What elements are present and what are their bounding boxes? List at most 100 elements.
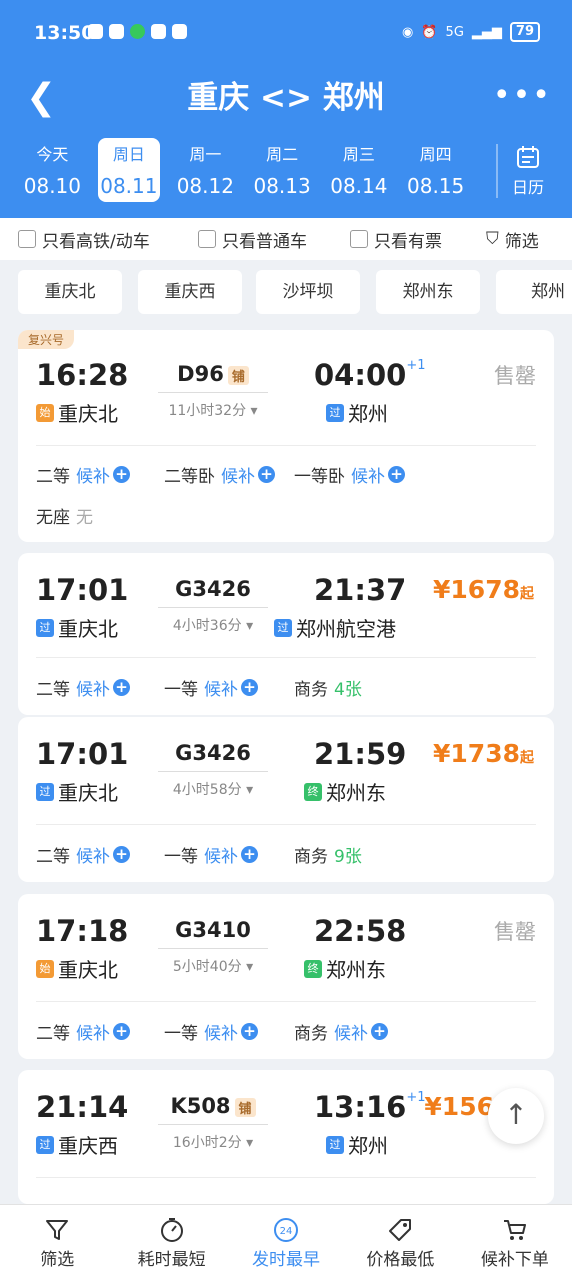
normal-train-checkbox[interactable]: 只看普通车: [198, 227, 307, 252]
date-value: 08.15: [407, 174, 465, 198]
waitlist[interactable]: 候补 +: [221, 462, 275, 487]
separator: [36, 445, 536, 446]
date-weekday: 今天: [36, 145, 69, 164]
message-icon: [88, 24, 103, 39]
arrival-time: 21:59: [314, 737, 407, 771]
duration[interactable]: 16小时2分 ▾: [158, 1132, 268, 1152]
seat-option[interactable]: 商务 4张: [294, 675, 362, 700]
waitlist[interactable]: 候补 +: [76, 675, 130, 700]
seat-status: 候补: [204, 1024, 238, 1044]
notification-icons: [88, 24, 187, 39]
clock-24-icon: 24: [274, 1218, 299, 1242]
station-name: 重庆北: [58, 958, 118, 982]
waitlist[interactable]: 候补 +: [76, 842, 130, 867]
train-number: G3426: [175, 577, 251, 601]
tab-waitlist-order[interactable]: 候补下单: [458, 1205, 572, 1280]
calendar-button[interactable]: 日历: [496, 144, 558, 198]
waitlist[interactable]: 候补 +: [76, 1019, 130, 1044]
station-chip[interactable]: 郑州: [496, 270, 572, 314]
date-weekday: 周二: [266, 145, 299, 164]
date-weekday: 周三: [342, 145, 375, 164]
duration-text: 5小时40分: [172, 959, 242, 975]
duration[interactable]: 5小时40分 ▾: [158, 956, 268, 976]
date-item[interactable]: 周一 08.12: [167, 138, 244, 206]
arrival-time: 22:58: [314, 914, 407, 948]
date-value: 08.11: [100, 174, 158, 198]
app-icon: [172, 24, 187, 39]
duration[interactable]: 11小时32分 ▾: [158, 400, 268, 420]
date-item[interactable]: 周三 08.14: [320, 138, 397, 206]
available-only-checkbox[interactable]: 只看有票: [350, 227, 442, 252]
seat-status: 9张: [334, 847, 362, 867]
seat-option[interactable]: 一等 候补 +: [164, 842, 258, 867]
price-tag-icon: [389, 1219, 412, 1241]
filter-bar: 只看高铁/动车 只看普通车 只看有票 ⛉ 筛选: [0, 218, 572, 260]
arrival-time: 04:00+1: [314, 358, 425, 392]
train-card[interactable]: 17:01 G3426 4小时36分 ▾ 21:37 ¥1678起 过重庆北 过…: [18, 553, 554, 715]
station-chip[interactable]: 沙坪坝: [256, 270, 360, 314]
departure-station: 过重庆北: [36, 613, 118, 642]
seat-option[interactable]: 一等卧 候补 +: [294, 462, 405, 487]
tab-earliest[interactable]: 24 发时最早: [229, 1205, 343, 1280]
date-weekday: 周一: [189, 145, 222, 164]
divider-line: [158, 392, 268, 393]
more-icon[interactable]: •••: [493, 74, 552, 118]
high-speed-checkbox[interactable]: 只看高铁/动车: [18, 227, 150, 252]
date-weekday: 周四: [419, 145, 452, 164]
train-card[interactable]: 21:14 K508 铺 16小时2分 ▾ 13:16+1 ¥156 过重庆西 过…: [18, 1070, 554, 1204]
plus-icon: +: [258, 466, 275, 483]
duration[interactable]: 4小时36分 ▾: [158, 615, 268, 635]
duration[interactable]: 4小时58分 ▾: [158, 779, 268, 799]
seat-option[interactable]: 二等 候补 +: [36, 462, 130, 487]
pass-mark: 过: [326, 1135, 344, 1154]
train-card[interactable]: 17:01 G3426 4小时58分 ▾ 21:59 ¥1738起 过重庆北 终…: [18, 717, 554, 882]
seat-option[interactable]: 二等卧 候补 +: [164, 462, 275, 487]
seat-option[interactable]: 二等 候补 +: [36, 675, 130, 700]
seat-option[interactable]: 一等 候补 +: [164, 675, 258, 700]
waitlist[interactable]: 候补 +: [204, 842, 258, 867]
date-item[interactable]: 周四 08.15: [397, 138, 474, 206]
station-name: 重庆北: [58, 402, 118, 426]
waitlist[interactable]: 候补 +: [334, 1019, 388, 1044]
arrival-time-text: 13:16: [314, 1090, 407, 1124]
origin-mark: 始: [36, 403, 54, 422]
status-bar: 13:50 ◉ ⏰ 5G ▂▄▆ 79: [0, 0, 572, 64]
date-item[interactable]: 今天 08.10: [14, 138, 91, 206]
waitlist[interactable]: 候补 +: [204, 1019, 258, 1044]
seat-status: 候补: [221, 467, 255, 487]
train-card[interactable]: 17:18 G3410 5小时40分 ▾ 22:58 售罄 始重庆北 终郑州东 …: [18, 894, 554, 1059]
checkbox-label: 只看普通车: [222, 231, 307, 252]
tab-label: 耗时最短: [137, 1250, 206, 1270]
seat-status: 候补: [76, 680, 110, 700]
plus-icon: +: [371, 1023, 388, 1040]
tab-cheapest[interactable]: 价格最低: [343, 1205, 457, 1280]
train-number: G3410: [175, 918, 251, 942]
train-card[interactable]: 复兴号 16:28 D96 铺 11小时32分 ▾ 04:00+1 售罄 始重庆北…: [18, 330, 554, 542]
date-item[interactable]: 周二 08.13: [244, 138, 321, 206]
scroll-top-button[interactable]: ↑: [488, 1088, 544, 1144]
seat-name: 商务: [294, 1024, 328, 1044]
seat-option[interactable]: 二等 候补 +: [36, 842, 130, 867]
station-chip[interactable]: 重庆西: [138, 270, 242, 314]
station-chip[interactable]: 郑州东: [376, 270, 480, 314]
hand-icon: [109, 24, 124, 39]
departure-time: 17:18: [36, 914, 129, 948]
price-suffix: 起: [520, 586, 534, 602]
status-right: ◉ ⏰ 5G ▂▄▆ 79: [402, 22, 540, 42]
seat-option[interactable]: 商务 候补 +: [294, 1019, 388, 1044]
tab-shortest[interactable]: 耗时最短: [114, 1205, 228, 1280]
seat-option[interactable]: 商务 9张: [294, 842, 362, 867]
seat-option[interactable]: 二等 候补 +: [36, 1019, 130, 1044]
tab-filter[interactable]: 筛选: [0, 1205, 114, 1280]
caret-down-icon: ▾: [250, 403, 258, 419]
station-chip[interactable]: 重庆北: [18, 270, 122, 314]
screen-filter-button[interactable]: ⛉ 筛选: [486, 227, 539, 252]
waitlist[interactable]: 候补 +: [76, 462, 130, 487]
date-item-selected[interactable]: 周日 08.11: [97, 138, 160, 202]
seat-option[interactable]: 一等 候补 +: [164, 1019, 258, 1044]
waitlist[interactable]: 候补 +: [351, 462, 405, 487]
price: ¥1738起: [433, 739, 534, 768]
waitlist[interactable]: 候补 +: [204, 675, 258, 700]
seat-option[interactable]: 无座无: [36, 503, 93, 528]
page-title: 重庆 <> 郑州: [187, 80, 385, 116]
